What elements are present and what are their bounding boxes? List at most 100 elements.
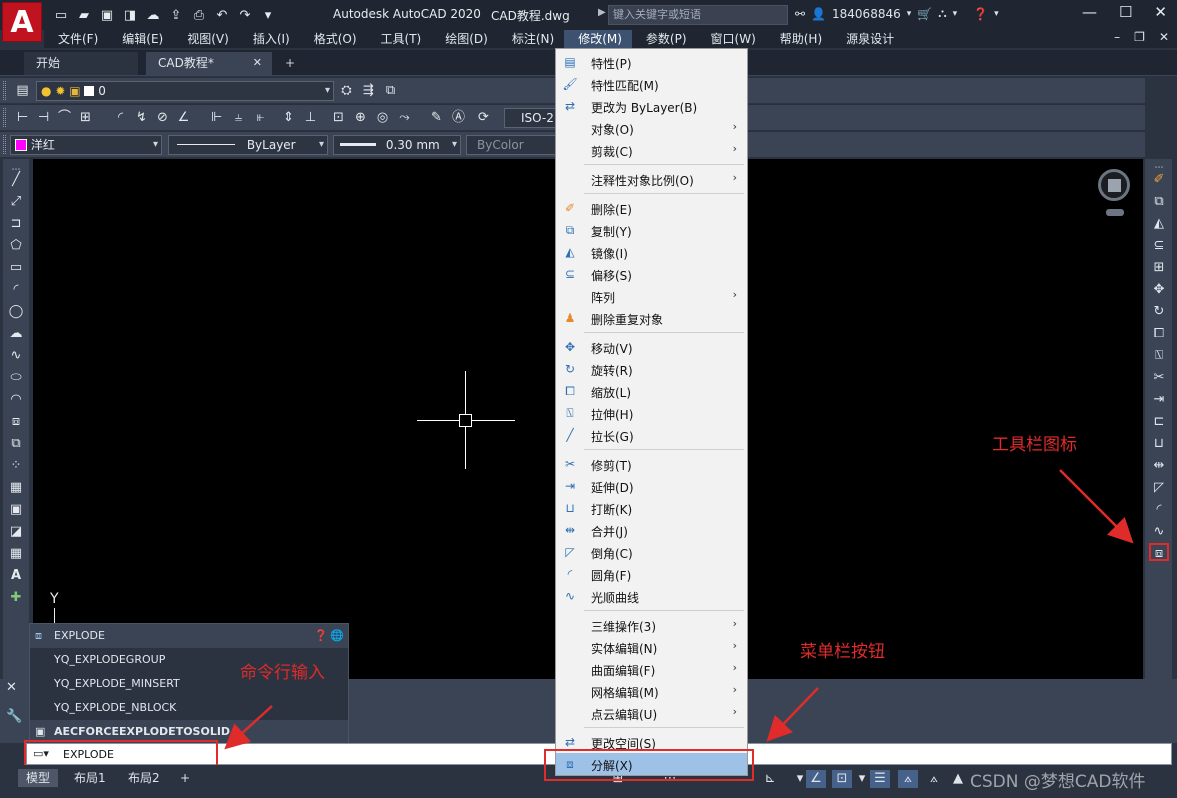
user-icon[interactable]: 👤 xyxy=(811,7,826,21)
menu-draw[interactable]: 绘图(D) xyxy=(431,30,498,48)
make-block-icon[interactable]: ⧉ xyxy=(7,435,25,453)
undo-icon[interactable]: ↶ xyxy=(213,6,231,24)
layer-previous-icon[interactable]: ⇶ xyxy=(360,82,377,99)
tab-layout2[interactable]: 布局2 xyxy=(120,769,168,787)
menu-item-change-bylayer[interactable]: ⇄ 更改为 ByLayer(B) xyxy=(556,95,747,117)
ortho-icon[interactable]: ⊾ xyxy=(760,770,780,788)
gradient-icon[interactable]: ▣ xyxy=(7,501,25,519)
jogged-icon[interactable]: ↯ xyxy=(133,109,150,126)
make-current-layer-icon[interactable]: ⛭ xyxy=(338,82,355,99)
plotstyle-dropdown[interactable]: ByColor xyxy=(466,135,556,155)
tab-drawing[interactable]: CAD教程* ✕ xyxy=(146,52,272,75)
arc-length-icon[interactable]: ⌒ xyxy=(56,109,73,126)
menu-item-overkill[interactable]: ♟ 删除重复对象 xyxy=(556,307,747,329)
doc-minimize-icon[interactable]: – xyxy=(1114,30,1120,44)
saveas-icon[interactable]: ◨ xyxy=(121,6,139,24)
annotation-scale-icon[interactable]: ▲ xyxy=(948,770,968,788)
tab-model[interactable]: 模型 xyxy=(18,769,59,787)
menu-item-blend-curves[interactable]: ∿ 光顺曲线 xyxy=(556,585,747,607)
fillet-icon[interactable]: ◜ xyxy=(1149,501,1169,519)
dropdown-icon[interactable]: ▾ xyxy=(259,6,277,24)
chevron-down-icon[interactable]: ▾ xyxy=(994,9,999,19)
linear-dim-icon[interactable]: ⊢ xyxy=(14,109,31,126)
menu-item-chamfer[interactable]: ◸ 倒角(C) xyxy=(556,541,747,563)
doc-close-icon[interactable]: ✕ xyxy=(1159,30,1169,44)
dim-style-dropdown[interactable]: ISO-2 xyxy=(504,108,556,128)
menu-edit[interactable]: 编辑(E) xyxy=(108,30,173,48)
binoculars-icon[interactable]: ⚯ xyxy=(795,7,805,21)
menu-item-extend[interactable]: ⇥ 延伸(D) xyxy=(556,475,747,497)
layer-properties-icon[interactable]: ▤ xyxy=(14,82,31,99)
layer-state-icon[interactable]: ⧉ xyxy=(382,82,399,99)
help-icon[interactable]: ❓ xyxy=(973,7,988,21)
viewcube[interactable] xyxy=(1098,169,1130,201)
menu-file[interactable]: 文件(F) xyxy=(44,30,108,48)
jogged-linear-icon[interactable]: ⤳ xyxy=(396,109,413,126)
blend-curves-icon[interactable]: ∿ xyxy=(1149,523,1169,541)
polygon-icon[interactable]: ⬠ xyxy=(7,237,25,255)
chevron-down-icon[interactable]: ▾ xyxy=(907,9,912,19)
save-icon[interactable]: ▣ xyxy=(98,6,116,24)
tab-layout1[interactable]: 布局1 xyxy=(66,769,114,787)
dim-update-icon[interactable]: ⟳ xyxy=(475,109,492,126)
break-icon[interactable]: ⊔ xyxy=(1149,435,1169,453)
network-icon[interactable]: ⛬ xyxy=(938,6,946,21)
circle-icon[interactable]: ◯ xyxy=(7,303,25,321)
minimize-icon[interactable]: — xyxy=(1082,3,1097,21)
menu-item-match-properties[interactable]: 🖌 特性匹配(M) xyxy=(556,73,747,95)
lineweight-icon[interactable]: ☰ xyxy=(870,770,890,788)
mirror-icon[interactable]: ◭ xyxy=(1149,215,1169,233)
explode-icon[interactable]: ⧈ xyxy=(1149,543,1169,561)
point-icon[interactable]: ⁘ xyxy=(7,457,25,475)
layer-dropdown[interactable]: ● ✹ ▣ 0 ▾ xyxy=(36,81,334,101)
menu-item-object[interactable]: 对象(O) › xyxy=(556,117,747,139)
menu-item-move[interactable]: ✥ 移动(V) xyxy=(556,336,747,358)
close-icon[interactable]: ✕ xyxy=(253,52,262,74)
restore-icon[interactable]: ☐ xyxy=(1119,3,1132,21)
navigation-bar-toggle[interactable] xyxy=(1106,209,1124,216)
chamfer-icon[interactable]: ◸ xyxy=(1149,479,1169,497)
menu-item-clip[interactable]: 剪裁(C) › xyxy=(556,139,747,161)
help-icon[interactable]: ❓ xyxy=(314,624,328,648)
menu-view[interactable]: 视图(V) xyxy=(173,30,239,48)
copy-icon[interactable]: ⧉ xyxy=(1149,193,1169,211)
menu-item-lengthen[interactable]: ╱ 拉长(G) xyxy=(556,424,747,446)
new-tab-button[interactable]: + xyxy=(282,52,300,75)
erase-icon[interactable]: ✐ xyxy=(1149,171,1169,189)
dim-break-icon[interactable]: ⊥ xyxy=(302,109,319,126)
baseline-icon[interactable]: ⫨ xyxy=(230,109,247,126)
menu-item-properties[interactable]: ▤ 特性(P) xyxy=(556,51,747,73)
polar-icon[interactable]: ∠ xyxy=(806,770,826,788)
globe-icon[interactable]: 🌐 xyxy=(330,624,344,648)
autocomplete-option[interactable]: YQ_EXPLODE_NBLOCK xyxy=(30,696,348,720)
menu-item-solid-editing[interactable]: 实体编辑(N) › xyxy=(556,636,747,658)
construction-line-icon[interactable]: ⤢ xyxy=(7,193,25,211)
dim-space-icon[interactable]: ⇕ xyxy=(280,109,297,126)
menu-parametric[interactable]: 参数(P) xyxy=(632,30,697,48)
app-logo[interactable]: A xyxy=(2,2,42,42)
cloud-save-icon[interactable]: ⇪ xyxy=(167,6,185,24)
toolbar-grip[interactable] xyxy=(3,108,6,127)
array-icon[interactable]: ⊞ xyxy=(1149,259,1169,277)
add-selected-icon[interactable]: ✚ xyxy=(7,589,25,607)
osnap-icon[interactable]: ⊡ xyxy=(832,770,852,788)
menu-modify[interactable]: 修改(M) xyxy=(564,30,632,48)
close-icon[interactable]: ✕ xyxy=(6,680,26,695)
color-dropdown[interactable]: 洋红 ▾ xyxy=(10,135,162,155)
customize-icon[interactable]: 🔧 xyxy=(6,709,26,724)
offset-icon[interactable]: ⊆ xyxy=(1149,237,1169,255)
angular-icon[interactable]: ∠ xyxy=(175,109,192,126)
quick-dim-icon[interactable]: ⊩ xyxy=(208,109,225,126)
menu-item-annotative-scale[interactable]: 注释性对象比例(O) › xyxy=(556,168,747,190)
menu-item-mesh-editing[interactable]: 网格编辑(M) › xyxy=(556,680,747,702)
ellipse-icon[interactable]: ⬭ xyxy=(7,369,25,387)
chevron-down-icon[interactable]: ▾ xyxy=(852,770,872,788)
menu-item-copy[interactable]: ⧉ 复制(Y) xyxy=(556,219,747,241)
menu-item-break[interactable]: ⊔ 打断(K) xyxy=(556,497,747,519)
hatch-icon[interactable]: ▦ xyxy=(7,479,25,497)
menu-insert[interactable]: 插入(I) xyxy=(239,30,300,48)
menu-item-mirror[interactable]: ◭ 镜像(I) xyxy=(556,241,747,263)
lineweight-dropdown[interactable]: 0.30 mm ▾ xyxy=(333,135,461,155)
trim-icon[interactable]: ✂ xyxy=(1149,369,1169,387)
menu-yuanquan[interactable]: 源泉设计 xyxy=(832,30,904,48)
